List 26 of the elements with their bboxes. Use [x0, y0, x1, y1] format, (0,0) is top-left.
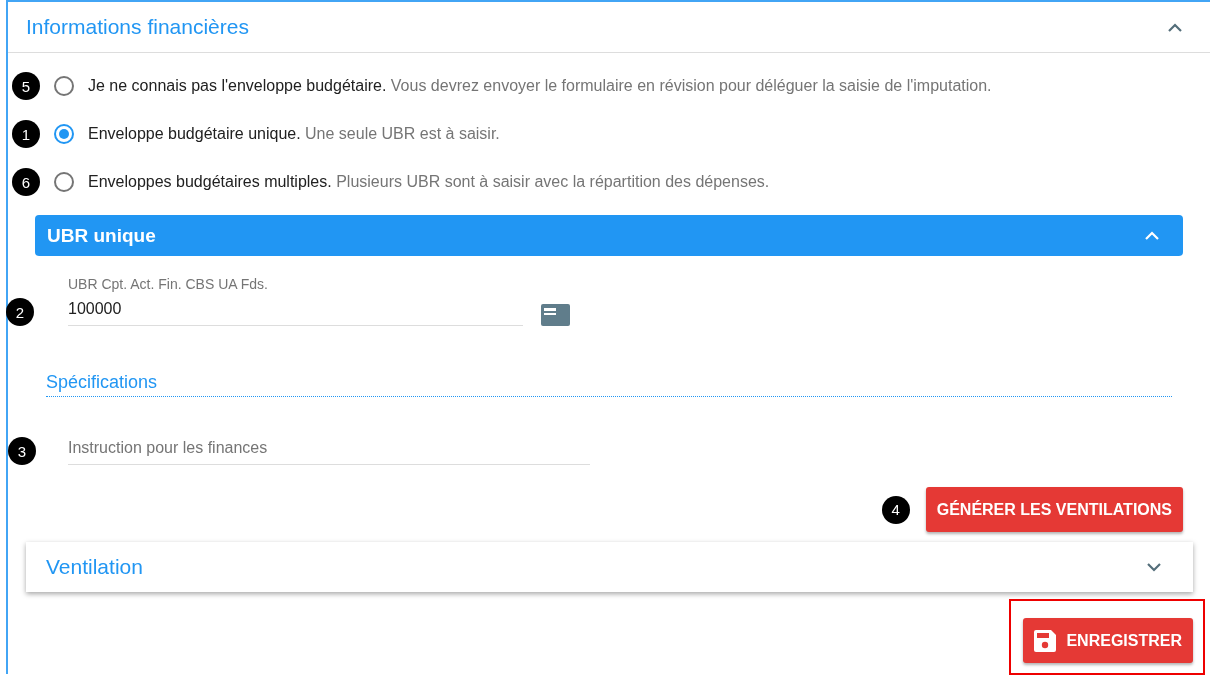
step-number-badge: 3 — [8, 437, 36, 465]
ventilation-panel[interactable]: Ventilation — [26, 542, 1193, 592]
radio-button[interactable] — [54, 124, 74, 144]
collapse-chevron-icon[interactable] — [1168, 22, 1182, 32]
radio-button[interactable] — [54, 172, 74, 192]
expand-chevron-icon[interactable] — [1147, 562, 1161, 572]
option-label: Je ne connais pas l'enveloppe budgétaire. Vous devrez envoyer le formulaire en révision pour déléguer la saisie de l'imputation. — [88, 77, 992, 95]
field-value: 100000 — [68, 300, 123, 318]
card-icon[interactable] — [541, 304, 570, 326]
field-label: UBR Cpt. Act. Fin. CBS UA Fds. — [68, 276, 269, 292]
step-number-badge: 5 — [12, 72, 40, 100]
step-number-badge: 1 — [12, 120, 40, 148]
ubr-header-bar[interactable]: UBR unique — [35, 215, 1183, 256]
radio-button[interactable] — [54, 76, 74, 96]
step-number-badge: 4 — [881, 495, 910, 524]
step-number-badge: 2 — [6, 298, 34, 326]
section-title: Informations financières — [26, 15, 249, 39]
save-button[interactable]: ENREGISTRER — [1023, 618, 1193, 663]
ventilation-title: Ventilation — [46, 555, 143, 579]
option-label: Enveloppe budgétaire unique. Une seule UBR est à saisir. — [88, 125, 500, 143]
step-number-badge: 6 — [12, 168, 40, 196]
ubr-input-field[interactable]: UBR Cpt. Act. Fin. CBS UA Fds. 100000 — [68, 276, 523, 326]
specifications-heading: Spécifications — [46, 372, 158, 392]
option-label: Enveloppes budgétaires multiples. Plusieurs UBR sont à saisir avec la répartition des dépenses. — [88, 173, 770, 191]
generate-button[interactable]: GÉNÉRER LES VENTILATIONS — [925, 487, 1183, 532]
ubr-header-title: UBR unique — [47, 224, 156, 247]
